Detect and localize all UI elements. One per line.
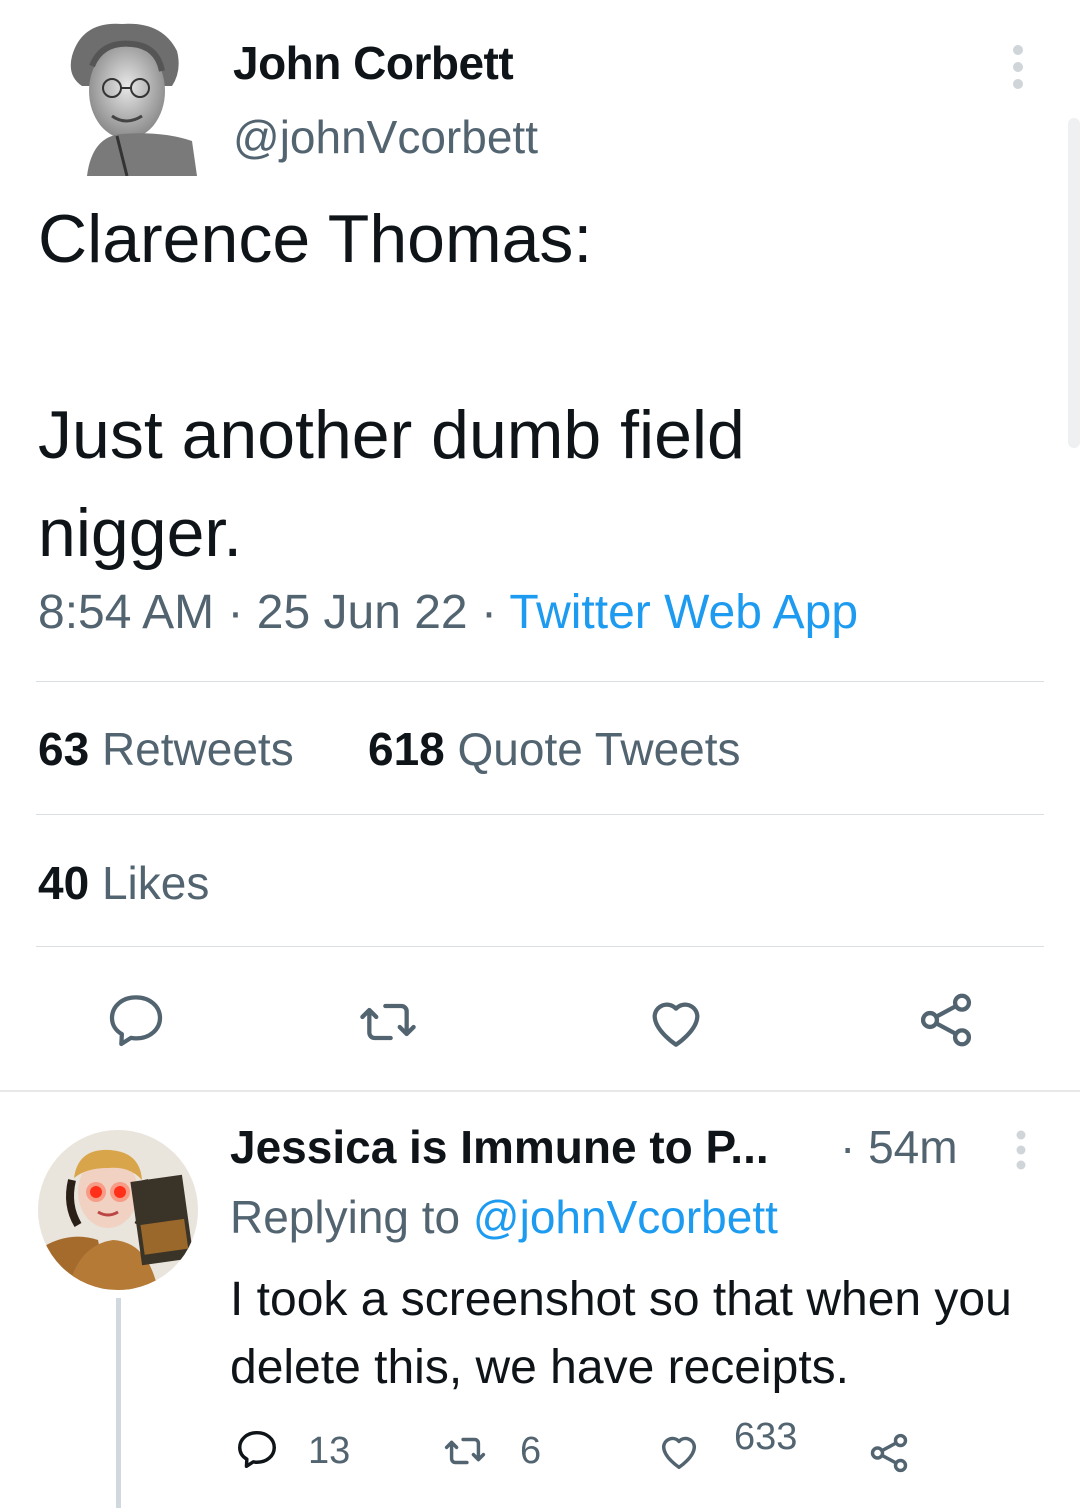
thread-line: [116, 1298, 121, 1508]
reply-icon[interactable]: [234, 1426, 280, 1472]
tweet-source-link[interactable]: Twitter Web App: [509, 586, 858, 639]
divider: [36, 814, 1044, 815]
heart-icon[interactable]: [644, 990, 708, 1054]
share-icon[interactable]: [914, 988, 978, 1052]
author-handle[interactable]: @johnVcorbett: [233, 110, 538, 164]
quote-label: Quote Tweets: [457, 723, 741, 775]
reply-count: 13: [308, 1430, 351, 1472]
likes-label: Likes: [101, 857, 210, 909]
heart-icon[interactable]: [656, 1428, 702, 1474]
likes-count: 40: [38, 857, 90, 909]
section-divider: [0, 1090, 1080, 1092]
divider: [36, 946, 1044, 947]
retweets-stat[interactable]: 63 Retweets: [38, 722, 294, 776]
replying-to-handle[interactable]: @johnVcorbett: [473, 1191, 778, 1243]
quote-count: 618: [368, 723, 445, 775]
retweets-count: 63: [38, 723, 90, 775]
retweets-label: Retweets: [101, 723, 294, 775]
divider: [36, 681, 1044, 682]
reply-icon[interactable]: [104, 988, 168, 1052]
retweet-count: 6: [520, 1430, 542, 1472]
more-options-icon[interactable]: [1003, 42, 1033, 92]
reply-author-avatar[interactable]: [38, 1130, 198, 1290]
retweet-icon[interactable]: [356, 990, 420, 1054]
tweet-time: 8:54 AM: [38, 586, 215, 639]
tweet-text: Clarence Thomas: Just another dumb field…: [38, 201, 745, 571]
replying-to: Replying to @johnVcorbett: [230, 1190, 778, 1244]
reply-text: I took a screenshot so that when you del…: [230, 1273, 1012, 1394]
scrollbar[interactable]: [1068, 118, 1080, 448]
like-count: 633: [734, 1416, 798, 1458]
meta-separator: ·: [227, 586, 244, 639]
tweet-date: 25 Jun 22: [256, 586, 468, 639]
tweet-meta: 8:54 AM · 25 Jun 22 · Twitter Web App: [38, 585, 858, 640]
meta-separator: ·: [480, 586, 497, 639]
author-name[interactable]: John Corbett: [233, 36, 514, 90]
author-avatar[interactable]: [62, 16, 202, 176]
reply-timestamp[interactable]: · 54m: [840, 1120, 958, 1174]
share-icon[interactable]: [866, 1430, 912, 1476]
replying-to-prefix: Replying to: [230, 1191, 461, 1243]
reply-more-options-icon[interactable]: [1008, 1128, 1034, 1172]
retweet-icon[interactable]: [442, 1428, 488, 1474]
likes-stat[interactable]: 40 Likes: [38, 856, 209, 910]
quote-tweets-stat[interactable]: 618 Quote Tweets: [368, 722, 741, 776]
reply-author-name[interactable]: Jessica is Immune to P...: [230, 1120, 769, 1174]
